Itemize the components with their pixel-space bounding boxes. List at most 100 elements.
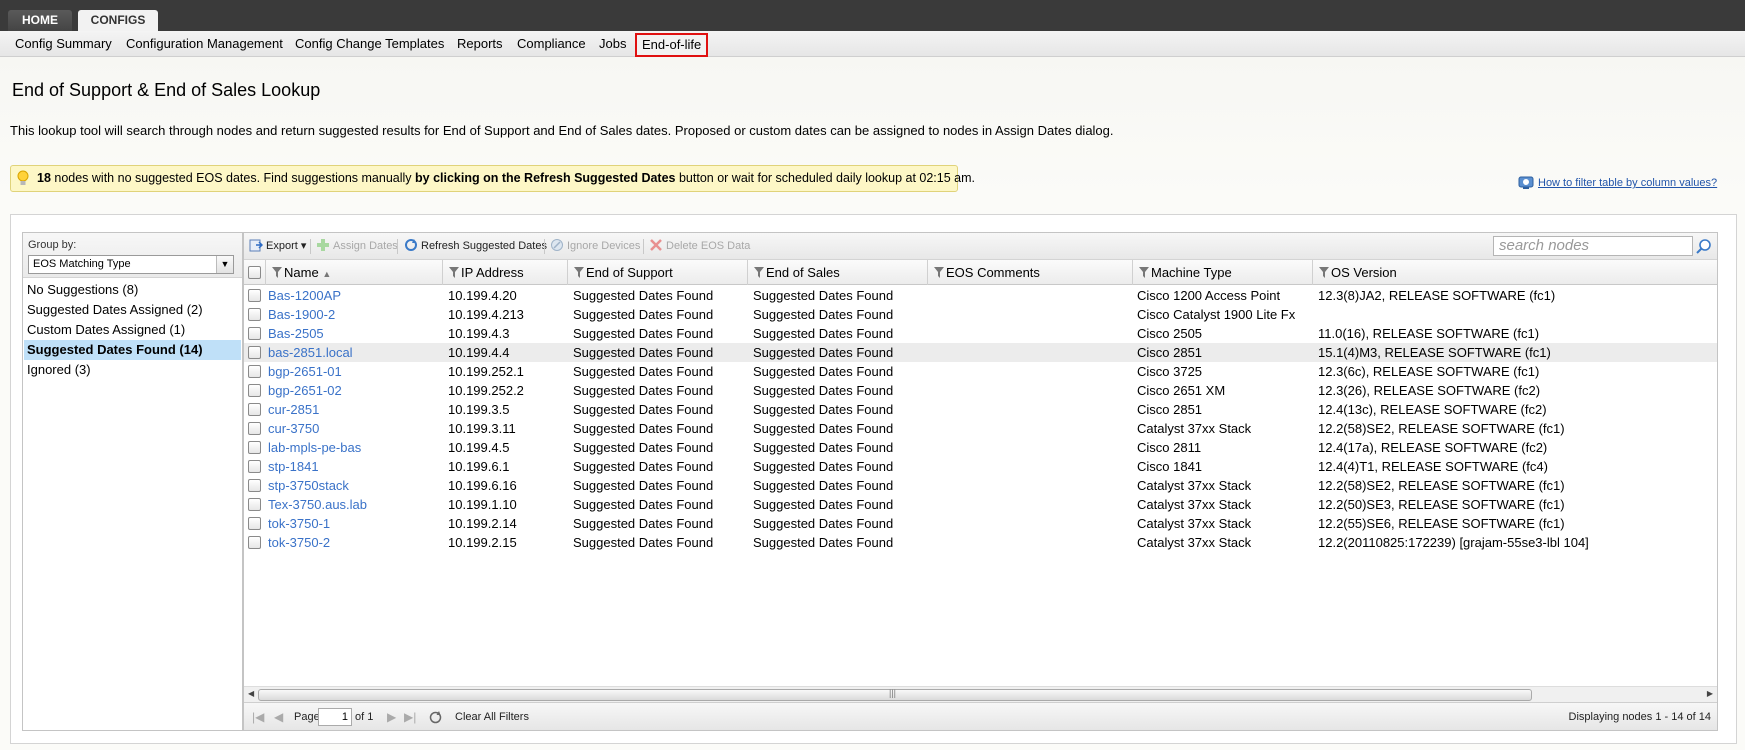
cell-name[interactable]: tok-3750-2 [268,533,330,552]
cell-name[interactable]: cur-3750 [268,419,319,438]
select-all-checkbox[interactable] [248,266,261,279]
cell-machine-type: Cisco Catalyst 1900 Lite Fx [1137,307,1296,322]
cell-name[interactable]: lab-mpls-pe-bas [268,438,361,457]
group-item-ignored[interactable]: Ignored (3) [24,360,241,380]
filter-icon[interactable] [449,267,459,279]
group-by-select[interactable]: EOS Matching Type ▼ [28,255,234,274]
cell-machine-type: Cisco 3725 [1137,364,1203,379]
table-row[interactable]: bgp-2651-01 10.199.252.1 Suggested Dates F… [244,362,1717,381]
cell-name[interactable]: cur-2851 [268,400,319,419]
subnav-reports[interactable]: Reports [457,31,503,57]
filter-icon[interactable] [1319,267,1329,279]
cell-name[interactable]: Bas-1200AP [268,286,341,305]
subnav-config-change-templates[interactable]: Config Change Templates [295,31,444,57]
row-checkbox[interactable] [248,536,261,549]
next-page-icon[interactable]: ▶ [387,703,396,730]
assign-dates-button[interactable]: Assign Dates [316,233,398,260]
table-row[interactable]: Tex-3750.aus.lab 10.199.1.10 Suggested Dat… [244,495,1717,514]
row-checkbox[interactable] [248,308,261,321]
group-item-suggested-assigned[interactable]: Suggested Dates Assigned (2) [24,300,241,320]
export-button[interactable]: Export ▾ [249,233,306,260]
table-row[interactable]: lab-mpls-pe-bas 10.199.4.5 Suggested Dates… [244,438,1717,457]
row-checkbox[interactable] [248,479,261,492]
tab-home[interactable]: HOME [8,10,72,31]
table-row[interactable]: tok-3750-2 10.199.2.15 Suggested Dates Fou… [244,533,1717,552]
table-row[interactable]: Bas-1200AP 10.199.4.20 Suggested Dates Fou… [244,286,1717,305]
col-header-os-version[interactable]: OS Version [1313,260,1717,285]
table-row[interactable]: stp-1841 10.199.6.1 Suggested Dates Found S… [244,457,1717,476]
row-checkbox[interactable] [248,441,261,454]
table-row[interactable]: Bas-2505 10.199.4.3 Suggested Dates Found S… [244,324,1717,343]
horizontal-scrollbar[interactable]: ◀ ||| ▶ [244,686,1717,702]
tab-configs[interactable]: CONFIGS [78,10,158,31]
filter-icon[interactable] [934,267,944,279]
scroll-right-icon[interactable]: ▶ [1707,689,1713,698]
group-item-no-suggestions[interactable]: No Suggestions (8) [24,280,241,300]
cell-name[interactable]: Tex-3750.aus.lab [268,495,367,514]
last-page-icon[interactable]: ▶| [404,703,416,730]
cell-name[interactable]: Bas-2505 [268,324,324,343]
cell-ip: 10.199.252.1 [448,364,524,379]
help-filter-link[interactable]: How to filter table by column values? [1538,177,1717,189]
plus-icon [317,239,329,252]
row-checkbox[interactable] [248,403,261,416]
subnav-config-summary[interactable]: Config Summary [15,31,112,57]
subnav-configuration-management[interactable]: Configuration Management [126,31,283,57]
refresh-suggested-dates-button[interactable]: Refresh Suggested Dates [404,233,547,260]
cell-end-of-sales: Suggested Dates Found [753,421,894,436]
cell-name[interactable]: tok-3750-1 [268,514,330,533]
row-checkbox[interactable] [248,517,261,530]
table-row[interactable]: tok-3750-1 10.199.2.14 Suggested Dates Fou… [244,514,1717,533]
cell-name[interactable]: Bas-1900-2 [268,305,335,324]
first-page-icon[interactable]: |◀ [252,703,264,730]
chevron-down-icon[interactable]: ▼ [216,256,233,273]
refresh-icon [405,239,417,252]
col-header-end-of-sales[interactable]: End of Sales [748,260,928,285]
row-checkbox[interactable] [248,422,261,435]
col-header-eos-comments[interactable]: EOS Comments [928,260,1133,285]
table-row[interactable]: bgp-2651-02 10.199.252.2 Suggested Dates F… [244,381,1717,400]
scroll-left-icon[interactable]: ◀ [248,689,254,698]
row-checkbox[interactable] [248,365,261,378]
table-row[interactable]: cur-2851 10.199.3.5 Suggested Dates Found S… [244,400,1717,419]
subnav-jobs[interactable]: Jobs [599,31,626,57]
filter-icon[interactable] [1139,267,1149,279]
search-input[interactable]: search nodes [1493,236,1693,256]
delete-eos-data-button[interactable]: Delete EOS Data [649,233,750,260]
filter-icon[interactable] [574,267,584,279]
col-header-machine-type[interactable]: Machine Type [1133,260,1313,285]
cell-name[interactable]: stp-1841 [268,457,319,476]
prev-page-icon[interactable]: ◀ [274,703,283,730]
subnav-compliance[interactable]: Compliance [517,31,586,57]
col-header-name[interactable]: Name ▲ [266,260,443,285]
row-checkbox[interactable] [248,289,261,302]
row-checkbox[interactable] [248,384,261,397]
row-checkbox[interactable] [248,460,261,473]
cell-name[interactable]: bas-2851.local [268,343,353,362]
table-row[interactable]: stp-3750stack 10.199.6.16 Suggested Dates … [244,476,1717,495]
cell-ip: 10.199.4.4 [448,345,510,360]
cell-name[interactable]: bgp-2651-01 [268,362,342,381]
table-row[interactable]: cur-3750 10.199.3.11 Suggested Dates Found… [244,419,1717,438]
row-checkbox[interactable] [248,346,261,359]
info-banner: 18 nodes with no suggested EOS dates. Fi… [10,165,975,192]
table-row[interactable]: Bas-1900-2 10.199.4.213 Suggested Dates Fo… [244,305,1717,324]
col-header-ip[interactable]: IP Address [443,260,568,285]
row-checkbox[interactable] [248,498,261,511]
reload-icon[interactable] [428,710,443,725]
subnav-end-of-life[interactable]: End-of-life [635,33,709,57]
group-item-suggested-found[interactable]: Suggested Dates Found (14) [24,340,241,360]
clear-all-filters-button[interactable]: Clear All Filters [455,703,529,730]
filter-icon[interactable] [754,267,764,279]
page-number-input[interactable]: 1 [318,708,352,726]
cell-name[interactable]: bgp-2651-02 [268,381,342,400]
ignore-devices-button[interactable]: Ignore Devices [550,233,640,260]
search-icon[interactable] [1695,237,1713,255]
col-header-end-of-support[interactable]: End of Support [568,260,748,285]
cell-name[interactable]: stp-3750stack [268,476,349,495]
table-row[interactable]: bas-2851.local 10.199.4.4 Suggested Dates … [244,343,1717,362]
scrollbar-thumb[interactable]: ||| [258,688,1532,701]
group-item-custom-assigned[interactable]: Custom Dates Assigned (1) [24,320,241,340]
filter-icon[interactable] [272,267,282,279]
row-checkbox[interactable] [248,327,261,340]
